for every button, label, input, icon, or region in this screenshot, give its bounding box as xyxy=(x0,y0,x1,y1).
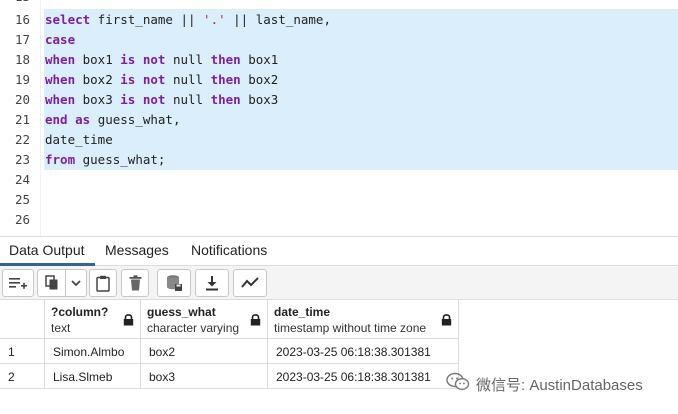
line-number: 26 xyxy=(14,212,30,227)
chevron-down-icon xyxy=(71,279,81,287)
keyword: when xyxy=(45,72,76,87)
column-header[interactable]: guess_what character varying xyxy=(141,300,268,339)
code-line[interactable]: when box3 is not null then box3 xyxy=(45,92,278,107)
code-text: first_name || xyxy=(90,12,204,27)
line-number: 25 xyxy=(14,192,30,207)
save-data-button[interactable] xyxy=(157,269,191,297)
code-text: date_time xyxy=(45,132,113,147)
code-line[interactable]: end as guess_what, xyxy=(45,112,180,127)
table-cell[interactable]: Lisa.Slmeb xyxy=(45,364,141,389)
keyword: case xyxy=(45,32,76,47)
code-text: null xyxy=(165,92,211,107)
line-number: 18 xyxy=(14,52,30,67)
line-number: 22 xyxy=(14,132,30,147)
row-number[interactable]: 1 xyxy=(0,339,45,364)
column-name: date_time xyxy=(274,305,331,319)
keyword: is not xyxy=(120,52,166,67)
line-number: 17 xyxy=(14,32,30,47)
column-name: guess_what xyxy=(147,305,216,319)
column-header[interactable]: ?column? text xyxy=(45,300,141,339)
keyword: when xyxy=(45,92,76,107)
column-type: character varying xyxy=(147,321,240,335)
row-number-header xyxy=(0,300,45,339)
line-number: 13 xyxy=(0,0,30,4)
delete-icon xyxy=(129,275,142,291)
row-number[interactable]: 2 xyxy=(0,364,45,389)
tab-data-output[interactable]: Data Output xyxy=(9,242,85,258)
download-button[interactable] xyxy=(195,269,229,297)
line-number: 16 xyxy=(14,12,30,27)
table-cell[interactable]: box3 xyxy=(141,364,268,389)
graph-visualiser-button[interactable] xyxy=(233,269,267,297)
table-cell[interactable]: box2 xyxy=(141,339,268,364)
tab-notifications[interactable]: Notifications xyxy=(191,242,267,258)
lock-icon xyxy=(441,313,452,331)
string-literal: '.' xyxy=(203,12,226,27)
column-type: timestamp without time zone xyxy=(274,321,427,335)
line-number: 20 xyxy=(14,92,30,107)
copy-options-dropdown[interactable] xyxy=(65,269,87,297)
code-line[interactable]: date_time xyxy=(45,132,113,147)
column-name: ?column? xyxy=(51,305,109,319)
code-line[interactable]: when box1 is not null then box1 xyxy=(45,52,278,67)
delete-button[interactable] xyxy=(121,269,149,297)
save-data-icon xyxy=(165,274,183,292)
line-number: 24 xyxy=(14,172,30,187)
add-row-button[interactable] xyxy=(2,269,34,297)
code-text: null xyxy=(165,72,211,87)
code-line[interactable]: when box2 is not null then box2 xyxy=(45,72,278,87)
keyword: then xyxy=(210,72,241,87)
data-grid: ?column? text guess_what character varyi… xyxy=(0,300,459,390)
sql-editor[interactable]: 13 16 17 18 19 20 21 22 23 24 25 26 sele… xyxy=(0,0,678,236)
add-row-icon xyxy=(8,275,28,291)
keyword: is not xyxy=(120,92,166,107)
paste-button[interactable] xyxy=(89,269,117,297)
keyword: then xyxy=(210,52,241,67)
watermark-text: 微信号: AustinDatabases xyxy=(476,377,643,394)
column-type: text xyxy=(51,321,71,335)
code-text: box3 xyxy=(75,92,121,107)
code-text: box3 xyxy=(240,92,279,107)
data-output-toolbar xyxy=(0,266,678,300)
watermark: 微信号: AustinDatabases xyxy=(446,372,643,397)
copy-icon xyxy=(44,275,59,291)
tab-messages[interactable]: Messages xyxy=(105,242,169,258)
keyword: is not xyxy=(120,72,166,87)
keyword: as xyxy=(75,112,91,127)
line-number: 21 xyxy=(14,112,30,127)
code-text: null xyxy=(165,52,211,67)
lock-icon xyxy=(123,313,134,331)
line-number: 23 xyxy=(14,152,30,167)
code-line[interactable]: select first_name || '.' || last_name, xyxy=(45,12,331,27)
code-text: box1 xyxy=(240,52,279,67)
selection-highlight xyxy=(44,9,678,170)
table-cell[interactable]: Simon.Almbo xyxy=(45,339,141,364)
code-line[interactable]: from guess_what; xyxy=(45,152,165,167)
results-tab-bar: Data Output Messages Notifications xyxy=(0,236,678,266)
copy-button[interactable] xyxy=(37,269,65,297)
keyword: from xyxy=(45,152,76,167)
column-header[interactable]: date_time timestamp without time zone xyxy=(268,300,459,339)
keyword: then xyxy=(210,92,241,107)
code-text: box2 xyxy=(240,72,279,87)
line-number: 19 xyxy=(14,72,30,87)
graph-icon xyxy=(241,276,259,290)
code-text: || last_name, xyxy=(225,12,331,27)
keyword: when xyxy=(45,52,76,67)
table-cell[interactable]: 2023-03-25 06:18:38.301381 xyxy=(268,364,459,389)
lock-icon xyxy=(250,313,261,331)
code-text: box1 xyxy=(75,52,121,67)
code-text: box2 xyxy=(75,72,121,87)
code-line[interactable]: case xyxy=(45,32,75,47)
wechat-icon xyxy=(446,372,470,397)
code-text: guess_what; xyxy=(75,152,166,167)
table-cell[interactable]: 2023-03-25 06:18:38.301381 xyxy=(268,339,459,364)
download-icon xyxy=(205,275,219,291)
gutter-divider xyxy=(40,0,41,236)
code-text: guess_what, xyxy=(90,112,181,127)
keyword: end xyxy=(45,112,68,127)
keyword: select xyxy=(45,12,91,27)
paste-icon xyxy=(96,275,110,292)
